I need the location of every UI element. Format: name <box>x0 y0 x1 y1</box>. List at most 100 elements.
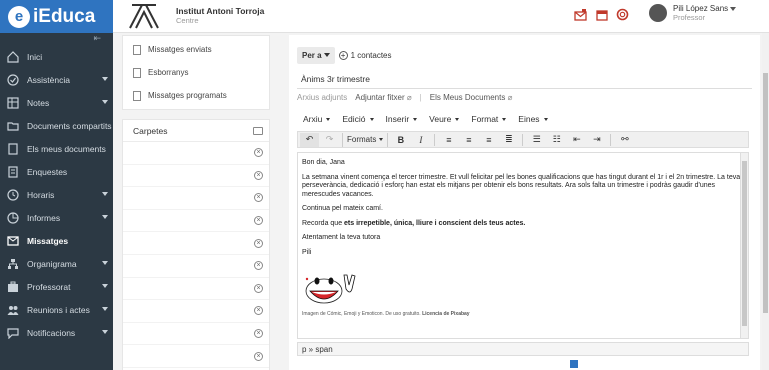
delete-folder-icon[interactable]: × <box>254 261 263 271</box>
link-icon[interactable]: ⚯ <box>615 133 634 147</box>
align-left-icon[interactable]: ≡ <box>439 133 458 147</box>
delete-folder-icon[interactable]: × <box>254 238 263 248</box>
sitemap-icon <box>6 257 19 270</box>
document-icon <box>133 67 141 78</box>
sidebar-item-els-meus-documents[interactable]: Els meus documents <box>0 137 113 160</box>
sidebar-item-label: Organigrama <box>27 258 77 269</box>
delete-folder-icon[interactable]: × <box>254 329 263 339</box>
pie-chart-icon <box>6 211 19 224</box>
editor-scrollbar[interactable] <box>740 153 748 338</box>
sidebar-item-missatges[interactable]: Missatges <box>0 229 113 252</box>
paragraph-1: La setmana vinent comença el tercer trim… <box>302 173 741 198</box>
scheduled-messages-link[interactable]: Missatges programats <box>123 84 269 107</box>
chevron-down-icon <box>102 307 108 311</box>
greeting-text: Bon dia, Jana <box>302 159 345 166</box>
delete-folder-icon[interactable]: × <box>254 170 263 180</box>
sidebar-item-inici[interactable]: Inici <box>0 45 113 68</box>
folder-row[interactable]: × <box>123 278 269 301</box>
sidebar-item-professorat[interactable]: Professorat <box>0 275 113 298</box>
align-center-icon[interactable]: ≡ <box>459 133 478 147</box>
editor-toolbar: ↶ ↷ Formats B I ≡ ≡ ≡ ≣ ☰ ☷ ⇤ ⇥ ⚯ <box>297 131 749 148</box>
menu-1[interactable]: Edició <box>342 114 374 124</box>
menu-2[interactable]: Inserir <box>386 114 418 124</box>
sidebar-item-assist-ncia[interactable]: Assistència <box>0 68 113 91</box>
numbered-list-icon[interactable]: ☷ <box>547 133 566 147</box>
user-name: Pili López Sans <box>673 4 729 13</box>
add-folder-icon[interactable] <box>253 126 263 135</box>
sidebar-item-label: Els meus documents <box>27 143 106 154</box>
document-icon <box>133 44 141 55</box>
formats-dropdown[interactable]: Formats <box>342 132 389 147</box>
indent-icon[interactable]: ⇥ <box>587 133 606 147</box>
help-lifebuoy-icon[interactable] <box>615 7 630 22</box>
survey-icon <box>6 165 19 178</box>
align-justify-icon[interactable]: ≣ <box>499 133 518 147</box>
delete-folder-icon[interactable]: × <box>254 216 263 226</box>
folder-row[interactable]: × <box>123 142 269 165</box>
folder-row[interactable]: × <box>123 323 269 346</box>
folder-row[interactable]: × <box>123 165 269 188</box>
sidebar-item-enquestes[interactable]: Enquestes <box>0 160 113 183</box>
sidebar-item-notificacions[interactable]: Notificacions <box>0 321 113 344</box>
folder-icon <box>6 119 19 132</box>
delete-folder-icon[interactable]: × <box>254 306 263 316</box>
sidebar-item-informes[interactable]: Informes <box>0 206 113 229</box>
my-documents-button[interactable]: Els Meus Documents ⌀ <box>430 93 513 102</box>
sent-messages-link[interactable]: Missatges enviats <box>123 38 269 61</box>
outdent-icon[interactable]: ⇤ <box>567 133 586 147</box>
sidebar-item-documents-compartits[interactable]: Documents compartits <box>0 114 113 137</box>
chevron-down-icon <box>102 192 108 196</box>
menu-4[interactable]: Format <box>471 114 507 124</box>
envelope-icon <box>6 234 19 247</box>
paragraph-3: Recorda que ets irrepetible, única, lliu… <box>302 219 526 227</box>
delete-folder-icon[interactable]: × <box>254 351 263 361</box>
new-mail-icon[interactable] <box>573 7 588 22</box>
app-logo[interactable]: e iEduca <box>0 0 113 33</box>
editor-statusbar: p » span <box>297 342 749 356</box>
menu-0[interactable]: Arxiu <box>303 114 331 124</box>
folder-row[interactable]: × <box>123 232 269 255</box>
delete-folder-icon[interactable]: × <box>254 148 263 158</box>
bullet-list-icon[interactable]: ☰ <box>527 133 546 147</box>
delete-folder-icon[interactable]: × <box>254 193 263 203</box>
sidebar-item-reunions-i-actes[interactable]: Reunions i actes <box>0 298 113 321</box>
sidebar-nav: Inici Assistència Notes Documents compartit… <box>0 45 113 344</box>
school-logo-icon <box>126 2 162 30</box>
message-editor[interactable]: Bon dia, Jana La setmana vinent comença … <box>297 152 749 339</box>
collapse-sidebar-icon[interactable]: ⇤ <box>0 33 113 45</box>
editor-menubar: Arxiu Edició Inserir Veure Format Eines <box>297 114 548 124</box>
user-menu[interactable]: Pili López Sans Professor <box>649 4 737 22</box>
folder-row[interactable]: × <box>123 210 269 233</box>
drafts-link[interactable]: Esborranys <box>123 61 269 84</box>
sidebar-item-label: Horaris <box>27 189 55 200</box>
folder-row[interactable]: × <box>123 345 269 368</box>
chevron-down-icon <box>455 118 460 122</box>
sidebar-item-label: Reunions i actes <box>27 304 90 315</box>
recipients-button[interactable]: Per a <box>297 46 335 64</box>
bold-icon[interactable]: B <box>391 133 410 147</box>
sidebar-item-notes[interactable]: Notes <box>0 91 113 114</box>
menu-3[interactable]: Veure <box>429 114 460 124</box>
menu-5[interactable]: Eines <box>518 114 548 124</box>
folder-row[interactable]: × <box>123 300 269 323</box>
document-icon <box>6 142 19 155</box>
redo-icon[interactable]: ↷ <box>320 133 339 147</box>
calendar-icon[interactable] <box>594 7 609 22</box>
folder-row[interactable]: × <box>123 187 269 210</box>
checkbox[interactable] <box>570 360 578 368</box>
subject-field[interactable]: Ànims 3r trimestre <box>297 72 752 89</box>
delete-folder-icon[interactable]: × <box>254 283 263 293</box>
sidebar-item-label: Notes <box>27 97 50 108</box>
page-scrollbar[interactable] <box>762 33 769 370</box>
sidebar-item-organigrama[interactable]: Organigrama <box>0 252 113 275</box>
undo-icon[interactable]: ↶ <box>300 132 319 147</box>
italic-icon[interactable]: I <box>411 133 430 147</box>
add-contact-icon[interactable]: + <box>338 50 348 60</box>
align-right-icon[interactable]: ≡ <box>479 133 498 147</box>
users-icon <box>6 303 19 316</box>
attach-file-button[interactable]: Adjuntar fitxer ⌀ <box>355 93 411 102</box>
sidebar-item-horaris[interactable]: Horaris <box>0 183 113 206</box>
attached-files-link[interactable]: Arxius adjunts <box>297 93 347 102</box>
folder-row[interactable]: × <box>123 255 269 278</box>
chevron-down-icon <box>102 77 108 81</box>
